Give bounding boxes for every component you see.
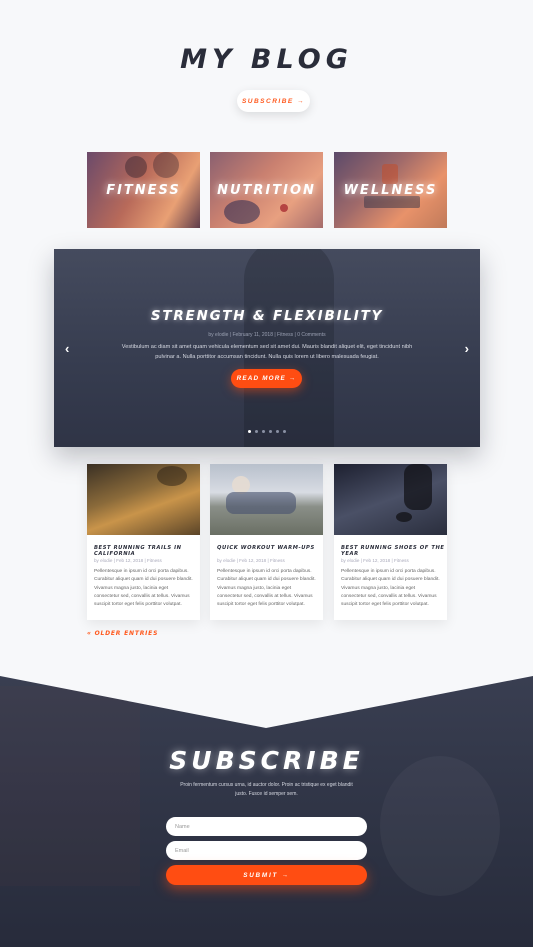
subscribe-title: SUBSCRIBE (169, 746, 364, 775)
post-excerpt: Pellentesque in ipsum id orci porta dapi… (341, 569, 440, 608)
email-field[interactable]: Email (166, 841, 367, 860)
post-title[interactable]: BEST RUNNING TRAILS IN CALIFORNIA (94, 545, 200, 557)
page: MY BLOG SUBSCRIBE → FITNESS NUTRITION WE… (0, 0, 533, 947)
category-label: WELLNESS (343, 182, 438, 198)
background-texture (380, 756, 500, 896)
subscribe-description: Proin fermentum cursus urna, id auctor d… (180, 782, 353, 797)
slider-dot[interactable] (248, 430, 251, 433)
slide-title[interactable]: STRENGTH & FLEXIBILITY (54, 308, 480, 324)
slider-dot[interactable] (255, 430, 258, 433)
slider-dot[interactable] (262, 430, 265, 433)
submit-button[interactable]: SUBMIT → (166, 865, 367, 885)
post-excerpt: Pellentesque in ipsum id orci porta dapi… (217, 569, 316, 608)
slide-excerpt: Vestibulum ac diam sit amet quam vehicul… (121, 344, 413, 360)
post-title[interactable]: QUICK WORKOUT WARM-UPS (217, 545, 315, 551)
category-label: FITNESS (106, 182, 181, 198)
page-title: MY BLOG (180, 44, 353, 75)
post-thumbnail[interactable] (210, 464, 323, 535)
post-thumbnail[interactable] (334, 464, 447, 535)
post-card[interactable]: BEST RUNNING TRAILS IN CALIFORNIA by elo… (87, 464, 200, 620)
featured-slider: STRENGTH & FLEXIBILITY by elodie | Febru… (54, 249, 480, 447)
name-field[interactable]: Name (166, 817, 367, 836)
subscribe-header-button[interactable]: SUBSCRIBE → (237, 90, 310, 112)
section-divider (0, 666, 533, 728)
post-card[interactable]: QUICK WORKOUT WARM-UPS by elodie | Feb 1… (210, 464, 323, 620)
post-meta: by elodie | Feb 12, 2018 | Fitness (217, 558, 285, 563)
chevron-right-icon[interactable]: › (465, 341, 469, 356)
slider-dot[interactable] (276, 430, 279, 433)
slider-dot[interactable] (269, 430, 272, 433)
post-meta: by elodie | Feb 12, 2018 | Fitness (94, 558, 162, 563)
category-card-fitness[interactable]: FITNESS (87, 152, 200, 228)
read-more-button[interactable]: READ MORE → (231, 369, 302, 388)
post-thumbnail[interactable] (87, 464, 200, 535)
post-meta: by elodie | Feb 12, 2018 | Fitness (341, 558, 409, 563)
category-card-wellness[interactable]: WELLNESS (334, 152, 447, 228)
slider-pagination (54, 430, 480, 433)
subscribe-section: SUBSCRIBE Proin fermentum cursus urna, i… (0, 666, 533, 947)
older-entries-link[interactable]: « OLDER ENTRIES (87, 630, 158, 637)
post-excerpt: Pellentesque in ipsum id orci porta dapi… (94, 569, 193, 608)
post-card[interactable]: BEST RUNNING SHOES OF THE YEAR by elodie… (334, 464, 447, 620)
post-title[interactable]: BEST RUNNING SHOES OF THE YEAR (341, 545, 447, 557)
category-card-nutrition[interactable]: NUTRITION (210, 152, 323, 228)
slide-meta: by elodie | February 11, 2018 | Fitness … (208, 332, 326, 338)
category-label: NUTRITION (217, 182, 316, 198)
slider-dot[interactable] (283, 430, 286, 433)
chevron-left-icon[interactable]: ‹ (65, 341, 69, 356)
